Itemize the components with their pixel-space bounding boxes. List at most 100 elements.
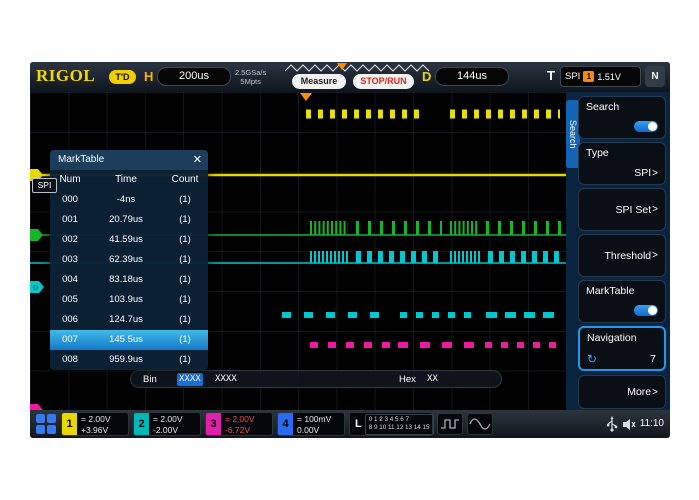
marktable-title: MarkTable [58, 154, 104, 165]
acquisition-info: 2.5GSa/s 5Mpts [235, 69, 266, 86]
navigation-label: Navigation [587, 332, 637, 344]
threshold-label: Threshold [604, 250, 651, 262]
channel-3-status[interactable]: 3 = 2.00V -6.72V [205, 412, 273, 436]
trigger-level: 1.51V [597, 72, 621, 82]
logic-channels-status[interactable]: L 0 1 2 3 4 5 6 7 8 9 10 11 12 13 14 15 [349, 412, 433, 436]
top-status-bar: RIGOL T'D H 200us 2.5GSa/s 5Mpts Measure… [30, 62, 670, 92]
close-icon[interactable]: ✕ [193, 150, 202, 170]
logic-label: L [355, 418, 362, 430]
col-count: Count [162, 170, 208, 190]
scale-value: 2.00V [88, 414, 110, 424]
table-row[interactable]: 006124.7us(1) [50, 310, 208, 330]
bottom-status-bar: 1 = 2.00V +3.96V 2 = 2.00V -2.00V 3 = 2.… [30, 410, 670, 438]
rigol-logo: RIGOL [36, 66, 95, 86]
channel-1-status[interactable]: 1 = 2.00V +3.96V [61, 412, 129, 436]
search-menu-panel: Search Search Type SPI> SPI Set> Thresho… [566, 92, 670, 410]
type-value-text: SPI [634, 167, 651, 179]
trigger-label: T [547, 68, 555, 83]
waveform-preview-strip[interactable] [285, 63, 431, 73]
chevron-right-icon: > [652, 204, 658, 215]
trigger-source-badge: 1 [583, 71, 594, 82]
delay-box[interactable]: 144us [435, 67, 509, 86]
timebase-box[interactable]: 200us [157, 67, 231, 86]
chevron-right-icon: > [652, 250, 658, 261]
toggle-knob [648, 122, 657, 131]
chevron-right-icon: > [652, 168, 658, 179]
trigger-position-marker[interactable] [300, 93, 312, 101]
bin-value-highlight: XXXX [177, 373, 203, 386]
ch4-position-marker[interactable] [30, 404, 43, 410]
menu-item-threshold[interactable]: Threshold> [578, 234, 666, 277]
channel-1-badge: 1 [62, 413, 77, 435]
channel-2-badge: 2 [134, 413, 149, 435]
table-row[interactable]: 00241.59us(1) [50, 230, 208, 250]
offset-value: +3.96V [81, 425, 128, 436]
table-row[interactable]: 00483.18us(1) [50, 270, 208, 290]
table-row[interactable]: 00120.79us(1) [50, 210, 208, 230]
digital-group-letter: D [33, 285, 38, 292]
table-row-selected[interactable]: 007145.5us(1) [50, 330, 208, 350]
trigger-status-badge: T'D [109, 70, 136, 84]
coupling-icon: = [225, 414, 230, 424]
logic-row-2: 8 9 10 11 12 13 14 15 [369, 424, 430, 433]
bus-decode-bar: Bin XXXX XXXX Hex XX [130, 370, 502, 388]
bin-label: Bin [143, 374, 157, 385]
trigger-type: SPI [565, 71, 580, 82]
source-1-tile[interactable] [437, 413, 463, 435]
navigation-value: 7 [650, 353, 656, 365]
table-row[interactable]: 000-4ns(1) [50, 190, 208, 210]
trigger-mode-badge: N [645, 66, 665, 87]
spi-set-label: SPI Set [616, 204, 652, 216]
sine-wave-icon [468, 414, 492, 434]
table-row[interactable]: 005103.9us(1) [50, 290, 208, 310]
channel-3-badge: 3 [206, 413, 221, 435]
bin-value: XXXX [215, 374, 237, 384]
offset-value: -6.72V [225, 425, 272, 436]
channel-4-values: = 100mV 0.00V [293, 413, 344, 435]
chevron-right-icon: > [652, 387, 658, 398]
scale-value: 2.00V [232, 414, 254, 424]
hex-value: XX [427, 374, 438, 384]
menu-item-marktable[interactable]: MarkTable [578, 280, 666, 323]
preview-trigger-marker-icon [337, 63, 347, 70]
coupling-icon: = [297, 414, 302, 424]
type-label: Type [586, 147, 609, 159]
channel-1-values: = 2.00V +3.96V [77, 413, 128, 435]
usb-icon [606, 416, 618, 432]
offset-value: -2.00V [153, 425, 200, 436]
search-toggle[interactable] [634, 121, 658, 132]
waveform-grid-area: D SPI Bin XXXX XXXX Hex XX [30, 92, 566, 410]
coupling-icon: = [153, 414, 158, 424]
memory-depth: 5Mpts [235, 78, 266, 87]
clock: 11:10 [640, 418, 664, 429]
menu-item-search[interactable]: Search [578, 96, 666, 139]
col-time: Time [90, 170, 162, 190]
marktable-header: Num Time Count [50, 170, 208, 190]
channel-4-status[interactable]: 4 = 100mV 0.00V [277, 412, 345, 436]
channel-2-status[interactable]: 2 = 2.00V -2.00V [133, 412, 201, 436]
logic-digits: 0 1 2 3 4 5 6 7 8 9 10 11 12 13 14 15 [365, 414, 434, 435]
stop-run-button[interactable]: STOP/RUN [353, 74, 414, 89]
marktable-window: MarkTable ✕ Num Time Count 000-4ns(1) 00… [50, 150, 208, 370]
channel-4-badge: 4 [278, 413, 293, 435]
square-wave-icon [438, 414, 462, 434]
logic-row-1: 0 1 2 3 4 5 6 7 [369, 416, 430, 425]
marktable-titlebar[interactable]: MarkTable ✕ [50, 150, 208, 170]
apps-grid-icon[interactable] [35, 413, 57, 435]
menu-item-navigation[interactable]: Navigation ↻ 7 [578, 326, 666, 371]
speaker-mute-icon[interactable] [622, 418, 636, 431]
table-row[interactable]: 00362.39us(1) [50, 250, 208, 270]
channel-3-values: = 2.00V -6.72V [221, 413, 272, 435]
trigger-info-box[interactable]: SPI 1 1.51V [560, 66, 641, 87]
menu-item-more[interactable]: More> [578, 375, 666, 409]
menu-item-type[interactable]: Type SPI> [578, 142, 666, 185]
toggle-knob [648, 306, 657, 315]
horizontal-label: H [144, 69, 153, 84]
marktable-toggle[interactable] [634, 305, 658, 316]
more-label: More [627, 386, 651, 398]
measure-button[interactable]: Measure [292, 74, 346, 89]
menu-item-spi-set[interactable]: SPI Set> [578, 188, 666, 231]
table-row[interactable]: 008959.9us(1) [50, 350, 208, 370]
page: RIGOL T'D H 200us 2.5GSa/s 5Mpts Measure… [0, 0, 699, 500]
source-2-tile[interactable] [467, 413, 493, 435]
